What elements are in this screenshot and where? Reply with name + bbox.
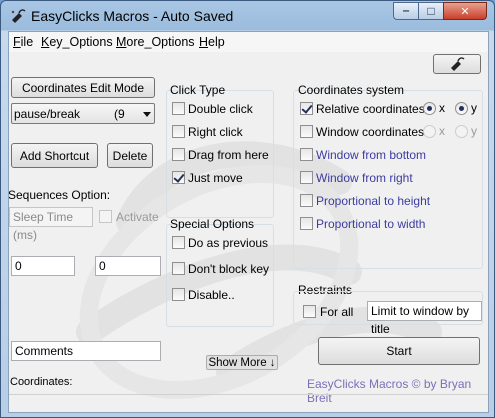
right-click-label: Right click — [188, 125, 243, 139]
menu-key-options[interactable]: Key_Options — [41, 35, 113, 49]
app-window: EasyClicks Macros - Auto Saved ‒ □ ✕ Fil… — [0, 0, 495, 418]
proportional-height-label: Proportional to height — [316, 194, 431, 208]
window-y-radio[interactable] — [455, 125, 468, 138]
key-select-value: pause/break — [14, 107, 81, 121]
dont-block-key-label: Don't block key — [188, 262, 269, 276]
menu-more-options[interactable]: More_Options — [116, 35, 195, 49]
proportional-width-label: Proportional to width — [316, 217, 426, 231]
window-x-label: x — [439, 124, 445, 138]
window-from-right-checkbox[interactable] — [300, 171, 313, 184]
relative-x-label: x — [439, 101, 445, 115]
add-shortcut-button[interactable]: Add Shortcut — [11, 143, 98, 168]
key-select[interactable]: pause/break (9 — [11, 103, 155, 124]
delete-button[interactable]: Delete — [107, 143, 153, 168]
just-move-label: Just move — [188, 171, 243, 185]
for-all-label: For all — [320, 305, 354, 319]
relative-y-radio[interactable] — [455, 102, 468, 115]
key-select-code: (9 — [114, 107, 125, 121]
comments-input[interactable]: Comments — [11, 341, 161, 361]
relative-coordinates-label: Relative coordinates — [316, 102, 425, 116]
disable-label: Disable.. — [188, 288, 235, 302]
double-click-checkbox[interactable] — [172, 102, 185, 115]
close-button[interactable]: ✕ — [443, 2, 487, 20]
do-as-previous-label: Do as previous — [188, 236, 269, 250]
drag-from-here-label: Drag from here — [188, 148, 269, 162]
relative-coordinates-checkbox[interactable] — [300, 102, 313, 115]
app-mouse-icon — [11, 9, 26, 23]
close-icon: ✕ — [460, 5, 470, 18]
right-click-checkbox[interactable] — [172, 125, 185, 138]
window-x-radio[interactable] — [423, 125, 436, 138]
disable-checkbox[interactable] — [172, 288, 185, 301]
sleep-time-input[interactable]: Sleep Time (ms) — [9, 207, 93, 242]
coordinate-y-input[interactable]: 0 — [95, 256, 161, 276]
limit-window-title-input[interactable]: Limit to window by title — [367, 301, 482, 336]
window-from-bottom-label: Window from bottom — [316, 148, 427, 162]
menu-help[interactable]: Help — [199, 35, 225, 49]
minimize-button[interactable]: ‒ — [393, 2, 419, 20]
coordinate-x-input[interactable]: 0 — [11, 256, 75, 276]
window-title: EasyClicks Macros - Auto Saved — [31, 8, 234, 24]
chevron-down-icon — [143, 112, 151, 117]
proportional-height-checkbox[interactable] — [300, 194, 313, 207]
relative-x-radio[interactable] — [423, 102, 436, 115]
maximize-button[interactable]: □ — [418, 2, 444, 20]
minimize-icon: ‒ — [402, 5, 410, 17]
double-click-label: Double click — [188, 102, 253, 116]
special-options-title: Special Options — [170, 217, 255, 231]
start-button[interactable]: Start — [318, 337, 480, 365]
coordinates-system-title: Coordinates system — [298, 83, 405, 97]
dont-block-key-checkbox[interactable] — [172, 262, 185, 275]
show-more-button[interactable]: Show More ↓ — [206, 355, 278, 370]
menu-bar: File Key_Options More_Options Help — [9, 32, 488, 52]
coordinates-edit-mode-button[interactable]: Coordinates Edit Mode — [11, 77, 155, 98]
drag-from-here-checkbox[interactable] — [172, 148, 185, 161]
menu-file[interactable]: File — [13, 35, 33, 49]
title-bar[interactable]: EasyClicks Macros - Auto Saved ‒ □ ✕ — [1, 1, 494, 31]
activate-checkbox[interactable] — [99, 210, 112, 223]
for-all-checkbox[interactable] — [303, 305, 316, 318]
window-from-bottom-checkbox[interactable] — [300, 148, 313, 161]
mouse-icon — [451, 57, 465, 71]
main-panel: File Key_Options More_Options Help Coord… — [8, 31, 489, 413]
do-as-previous-checkbox[interactable] — [172, 236, 185, 249]
relative-y-label: y — [471, 101, 477, 115]
window-coordinates-label: Window coordinates — [316, 125, 425, 139]
just-move-checkbox[interactable] — [172, 171, 185, 184]
status-bar — [9, 394, 488, 412]
sequences-option-label: Sequences Option: — [8, 188, 111, 202]
proportional-width-checkbox[interactable] — [300, 217, 313, 230]
window-from-right-label: Window from right — [316, 171, 413, 185]
activate-label: Activate — [116, 210, 159, 224]
maximize-icon: □ — [427, 4, 435, 18]
window-y-label: y — [471, 124, 477, 138]
mouse-pick-button[interactable] — [433, 54, 481, 74]
click-type-title: Click Type — [170, 83, 226, 97]
coordinates-status-label: Coordinates: — [10, 376, 73, 388]
window-coordinates-checkbox[interactable] — [300, 125, 313, 138]
